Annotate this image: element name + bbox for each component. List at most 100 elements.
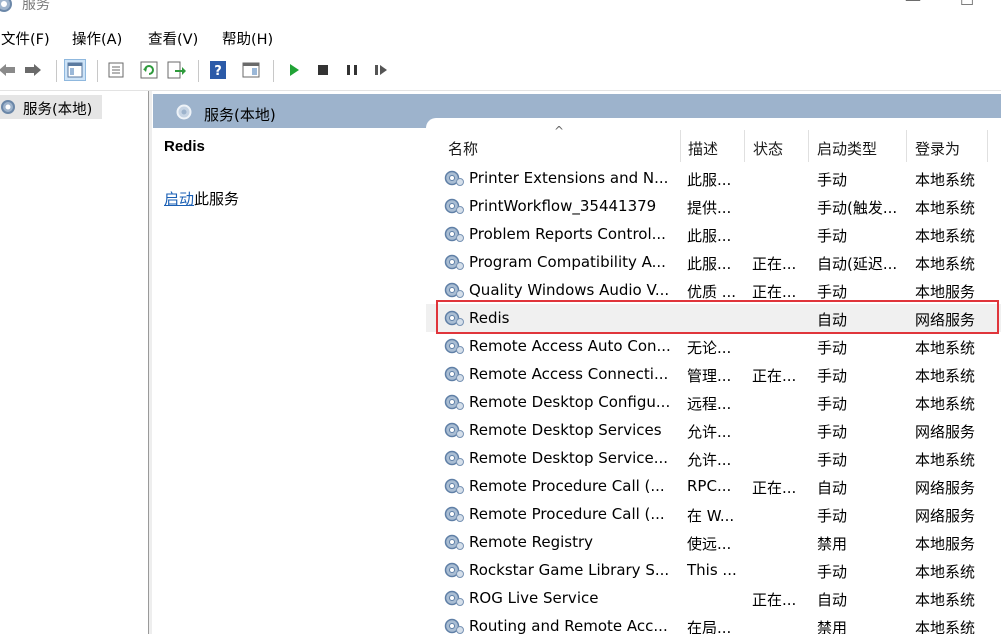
resume-service-icon[interactable]: [370, 59, 392, 81]
service-row[interactable]: PrintWorkflow_35441379 提供... 手动(触发... 本地系统: [426, 192, 1001, 220]
service-name-cell: Remote Procedure Call (...: [469, 477, 665, 495]
service-row[interactable]: Routing and Remote Acc... 在局... 禁用 本地系统: [426, 612, 1001, 634]
column-divider[interactable]: [987, 130, 988, 162]
minimize-button[interactable]: —: [898, 0, 928, 14]
service-gear-icon: [443, 448, 465, 472]
sort-ascending-icon: ^: [554, 124, 565, 138]
service-desc-cell: 此服...: [687, 227, 732, 245]
export-list-icon[interactable]: [165, 59, 187, 81]
service-desc-cell: 此服...: [687, 171, 732, 189]
menu-view[interactable]: 查看(V): [148, 28, 198, 49]
column-header-name[interactable]: 名称: [448, 138, 478, 159]
service-desc-cell: 远程...: [687, 395, 732, 413]
forward-icon[interactable]: [22, 59, 44, 81]
stop-service-icon[interactable]: [312, 59, 334, 81]
service-name-cell: Remote Desktop Services: [469, 421, 662, 439]
service-startup-cell: 禁用: [817, 619, 848, 634]
service-logon-cell: 本地系统: [915, 199, 976, 217]
console-tree: 服务(本地): [0, 91, 148, 634]
list-header: ^ 名称 描述 状态 启动类型 登录为: [426, 118, 1001, 166]
menu-help[interactable]: 帮助(H): [222, 28, 273, 49]
service-row[interactable]: Program Compatibility A... 此服... 正在... 自动(延…: [426, 248, 1001, 276]
column-header-status[interactable]: 状态: [753, 138, 783, 159]
service-startup-cell: 自动: [817, 479, 848, 497]
service-row[interactable]: Remote Access Auto Con... 无论... 手动 本地系统: [426, 332, 1001, 360]
service-status-cell: 正在...: [752, 367, 797, 385]
column-divider[interactable]: [744, 130, 745, 162]
column-divider[interactable]: [906, 130, 907, 162]
service-name-cell: Rockstar Game Library S...: [469, 561, 670, 579]
pause-service-icon[interactable]: [341, 59, 363, 81]
service-logon-cell: 本地系统: [915, 367, 976, 385]
service-startup-cell: 手动: [817, 367, 848, 385]
service-row[interactable]: ROG Live Service 正在... 自动 本地系统: [426, 584, 1001, 612]
service-logon-cell: 本地系统: [915, 227, 976, 245]
tree-item-label: 服务(本地): [23, 102, 93, 118]
refresh-icon[interactable]: [138, 59, 160, 81]
start-service-icon[interactable]: [283, 59, 305, 81]
window-title: 服务: [22, 0, 50, 13]
service-desc-cell: 管理...: [687, 367, 732, 385]
service-startup-cell: 手动(触发...: [817, 199, 898, 217]
service-name-cell: Routing and Remote Acc...: [469, 617, 668, 634]
service-gear-icon: [443, 252, 465, 276]
toolbar-separator: [97, 60, 98, 82]
service-startup-cell: 手动: [817, 227, 848, 245]
service-startup-cell: 禁用: [817, 535, 848, 553]
menu-file[interactable]: 文件(F): [1, 28, 50, 49]
service-startup-cell: 手动: [817, 283, 848, 301]
service-logon-cell: 本地系统: [915, 591, 976, 609]
service-row[interactable]: Remote Procedure Call (... RPC... 正在... 自动 网…: [426, 472, 1001, 500]
service-row[interactable]: Printer Extensions and N... 此服... 手动 本地系统: [426, 164, 1001, 192]
show-console-tree-icon[interactable]: [64, 59, 86, 81]
toolbar-separator: [56, 60, 57, 82]
properties-icon[interactable]: [105, 59, 127, 81]
back-icon[interactable]: [0, 59, 18, 81]
service-row[interactable]: Rockstar Game Library S... This ... 手动 本地系统: [426, 556, 1001, 584]
service-gear-icon: [443, 588, 465, 612]
service-row[interactable]: Remote Registry 使远... 禁用 本地服务: [426, 528, 1001, 556]
show-action-pane-icon[interactable]: [240, 59, 262, 81]
service-row[interactable]: Remote Desktop Service... 允许... 手动 本地系统: [426, 444, 1001, 472]
selected-service-name: Redis: [164, 138, 205, 155]
service-row[interactable]: Problem Reports Control... 此服... 手动 本地系统: [426, 220, 1001, 248]
column-divider[interactable]: [808, 130, 809, 162]
services-list: ^ 名称 描述 状态 启动类型 登录为 Printer Extensions a…: [426, 118, 1001, 634]
menu-action[interactable]: 操作(A): [72, 28, 122, 49]
column-header-startup-type[interactable]: 启动类型: [817, 138, 877, 159]
service-logon-cell: 本地系统: [915, 395, 976, 413]
service-logon-cell: 本地服务: [915, 283, 976, 301]
toolbar-separator: [273, 60, 274, 82]
service-name-cell: Remote Desktop Service...: [469, 449, 669, 467]
service-gear-icon: [443, 504, 465, 528]
service-row[interactable]: Remote Desktop Configu... 远程... 手动 本地系统: [426, 388, 1001, 416]
maximize-button[interactable]: ☐: [952, 0, 982, 14]
service-name-cell: Remote Desktop Configu...: [469, 393, 671, 411]
service-startup-cell: 手动: [817, 423, 848, 441]
service-logon-cell: 本地系统: [915, 339, 976, 357]
services-icon: [175, 103, 193, 125]
service-gear-icon: [443, 168, 465, 192]
column-header-description[interactable]: 描述: [688, 138, 718, 159]
service-gear-icon: [443, 476, 465, 500]
services-icon: [0, 99, 16, 119]
service-logon-cell: 网络服务: [915, 507, 976, 525]
service-logon-cell: 本地服务: [915, 535, 976, 553]
column-divider[interactable]: [680, 130, 681, 162]
service-row[interactable]: Remote Access Connecti... 管理... 正在... 手动 本地系…: [426, 360, 1001, 388]
service-gear-icon: [443, 364, 465, 388]
service-row[interactable]: Remote Desktop Services 允许... 手动 网络服务: [426, 416, 1001, 444]
start-service-link[interactable]: 启动: [164, 190, 194, 208]
service-desc-cell: 在 W...: [687, 507, 735, 525]
help-icon[interactable]: ?: [207, 59, 229, 81]
column-header-logon-as[interactable]: 登录为: [915, 138, 960, 159]
service-name-cell: Remote Procedure Call (...: [469, 505, 665, 523]
service-gear-icon: [443, 532, 465, 556]
service-gear-icon: [443, 224, 465, 248]
service-name-cell: Printer Extensions and N...: [469, 169, 669, 187]
panel-title: 服务(本地): [204, 106, 276, 124]
service-gear-icon: [443, 616, 465, 634]
service-row[interactable]: Remote Procedure Call (... 在 W... 手动 网络服务: [426, 500, 1001, 528]
tree-item-services-local[interactable]: 服务(本地): [0, 95, 102, 119]
service-name-cell: Remote Access Connecti...: [469, 365, 669, 383]
